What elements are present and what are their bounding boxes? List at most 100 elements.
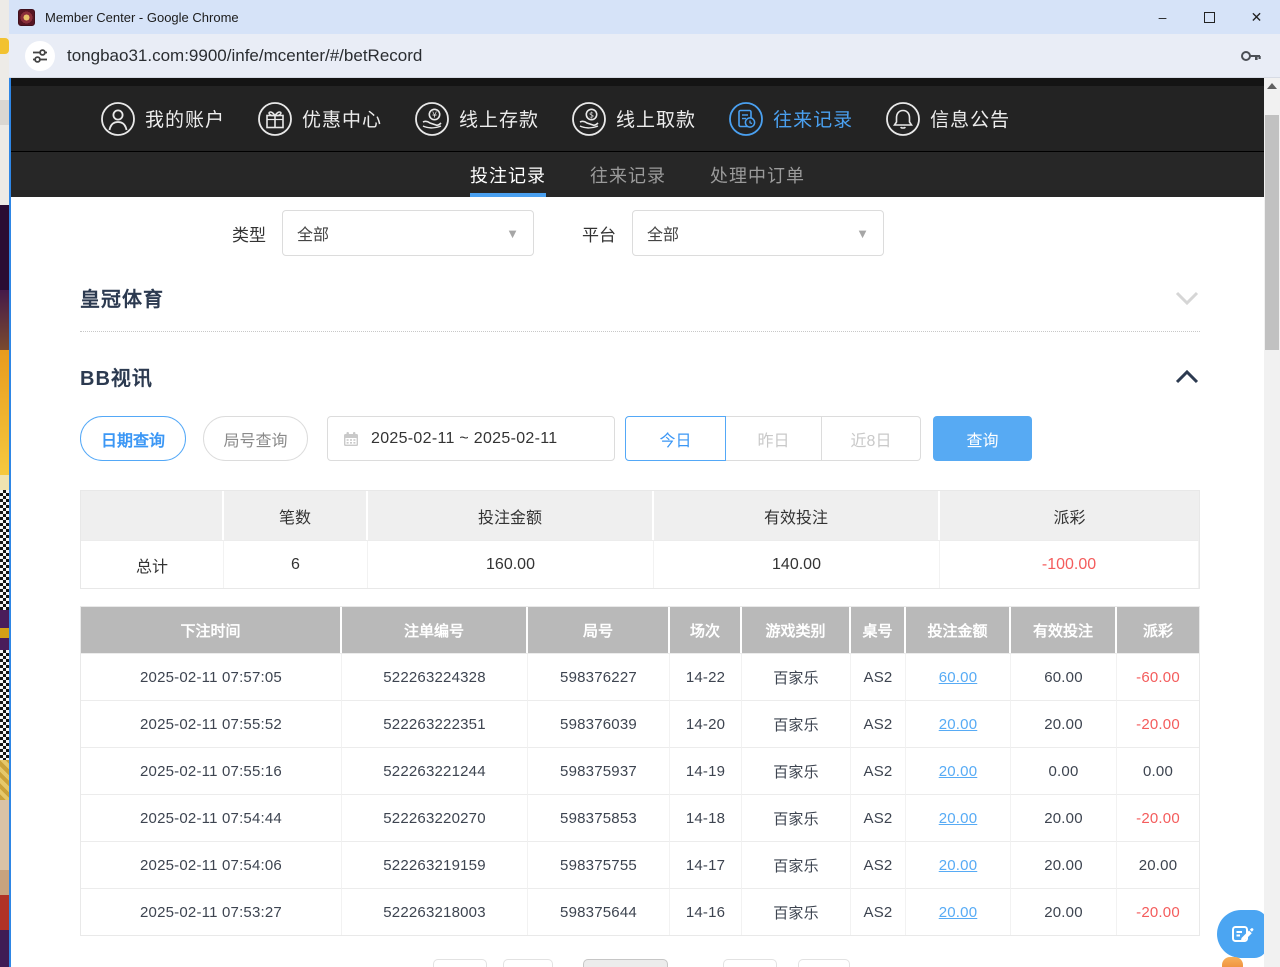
type-select-value: 全部 — [297, 221, 329, 245]
table-cell: 522263220270 — [342, 794, 528, 841]
bell-icon — [885, 101, 921, 137]
minimize-button[interactable]: – — [1139, 0, 1186, 34]
column-header: 局号 — [528, 607, 670, 653]
nav-label: 线上取款 — [616, 105, 696, 132]
table-cell: 14-18 — [670, 794, 742, 841]
table-cell: 20.00 — [1011, 888, 1117, 935]
table-cell: 2025-02-11 07:55:16 — [81, 747, 342, 794]
table-row: 2025-02-11 07:53:27522263218003598375644… — [81, 888, 1199, 935]
table-cell: 2025-02-11 07:53:27 — [81, 888, 342, 935]
pagination-page-size-select[interactable] — [583, 959, 668, 967]
table-cell: 20.00 — [1011, 841, 1117, 888]
table-cell: 2025-02-11 07:57:05 — [81, 653, 342, 700]
url-text[interactable]: tongbao31.com:9900/infe/mcenter/#/betRec… — [67, 46, 422, 66]
pagination-prev-button[interactable] — [433, 959, 487, 967]
site-permissions-button[interactable] — [25, 41, 55, 71]
bet-amount-link[interactable]: 20.00 — [939, 904, 978, 921]
tab-pending-orders[interactable]: 处理中订单 — [710, 152, 805, 197]
table-cell: 20.00 — [906, 700, 1011, 747]
nav-item-announcements[interactable]: 信息公告 — [885, 101, 1010, 137]
platform-select[interactable]: 全部 ▼ — [632, 210, 884, 256]
table-cell: 0.00 — [1117, 747, 1199, 794]
table-cell: AS2 — [851, 747, 906, 794]
round-query-toggle[interactable]: 局号查询 — [203, 416, 308, 461]
platform-select-value: 全部 — [647, 221, 679, 245]
summary-header-count: 笔数 — [224, 491, 368, 540]
table-cell: 2025-02-11 07:54:06 — [81, 841, 342, 888]
bet-table-body: 2025-02-11 07:57:05522263224328598376227… — [81, 653, 1199, 935]
app-favicon — [18, 9, 35, 26]
chevron-up-icon — [1174, 369, 1200, 385]
page-content: 我的账户 优惠中心 ¥ — [9, 78, 1264, 967]
search-button[interactable]: 查询 — [933, 416, 1032, 461]
column-header: 投注金额 — [906, 607, 1011, 653]
feedback-fab-button[interactable] — [1217, 910, 1264, 958]
nav-item-promotions[interactable]: 优惠中心 — [257, 101, 382, 137]
query-controls: 日期查询 局号查询 2025-02-11 ~ 2025-02-11 今日 — [80, 416, 1200, 461]
table-cell: -20.00 — [1117, 700, 1199, 747]
type-select[interactable]: 全部 ▼ — [282, 210, 534, 256]
chevron-down-icon — [1174, 290, 1200, 306]
nav-item-online-deposit[interactable]: ¥ 线上存款 — [414, 101, 539, 137]
table-cell: 14-17 — [670, 841, 742, 888]
table-cell: 598375853 — [528, 794, 670, 841]
pagination-page-button[interactable] — [503, 959, 553, 967]
table-cell: 14-22 — [670, 653, 742, 700]
calendar-icon — [342, 430, 360, 448]
page-top-strip — [11, 78, 1264, 86]
bet-amount-link[interactable]: 20.00 — [939, 857, 978, 874]
table-cell: 598376227 — [528, 653, 670, 700]
address-bar: tongbao31.com:9900/infe/mcenter/#/betRec… — [9, 34, 1280, 78]
table-cell: 20.00 — [1117, 841, 1199, 888]
bet-amount-link[interactable]: 20.00 — [939, 716, 978, 733]
bet-amount-link[interactable]: 60.00 — [939, 669, 978, 686]
bet-amount-link[interactable]: 20.00 — [939, 763, 978, 780]
section-title: BB视讯 — [80, 362, 153, 391]
date-query-toggle[interactable]: 日期查询 — [80, 416, 186, 461]
table-cell: 20.00 — [906, 841, 1011, 888]
table-cell: 598376039 — [528, 700, 670, 747]
window-title: Member Center - Google Chrome — [45, 10, 239, 25]
pagination-page-button[interactable] — [723, 959, 777, 967]
nav-item-my-account[interactable]: 我的账户 — [100, 101, 225, 137]
table-cell: 百家乐 — [742, 653, 851, 700]
floating-widget-peek[interactable] — [1222, 957, 1243, 967]
table-cell: 522263218003 — [342, 888, 528, 935]
filter-row: 类型 全部 ▼ 平台 全部 ▼ — [232, 210, 1264, 256]
table-cell: -20.00 — [1117, 888, 1199, 935]
scrollbar-thumb[interactable] — [1265, 115, 1279, 350]
table-row: 2025-02-11 07:54:06522263219159598375755… — [81, 841, 1199, 888]
close-button[interactable]: ✕ — [1233, 0, 1280, 34]
nav-label: 我的账户 — [145, 105, 225, 132]
scrollbar-track[interactable] — [1264, 78, 1280, 967]
bet-amount-link[interactable]: 20.00 — [939, 810, 978, 827]
table-cell: 百家乐 — [742, 841, 851, 888]
table-cell: 2025-02-11 07:54:44 — [81, 794, 342, 841]
nav-item-online-withdrawal[interactable]: $ 线上取款 — [571, 101, 696, 137]
summary-header-valid-bet: 有效投注 — [654, 491, 940, 540]
quick-yesterday-button[interactable]: 昨日 — [726, 416, 822, 461]
section-crown-sports[interactable]: 皇冠体育 — [80, 284, 1200, 311]
table-cell: 598375644 — [528, 888, 670, 935]
date-range-input[interactable]: 2025-02-11 ~ 2025-02-11 — [327, 416, 615, 461]
table-cell: 百家乐 — [742, 888, 851, 935]
tab-bet-records[interactable]: 投注记录 — [470, 152, 546, 197]
table-cell: 20.00 — [1011, 794, 1117, 841]
quick-today-button[interactable]: 今日 — [625, 416, 726, 461]
maximize-button[interactable] — [1186, 0, 1233, 34]
section-bb-video[interactable]: BB视讯 — [80, 363, 1200, 390]
pagination-next-button[interactable] — [798, 959, 850, 967]
password-manager-button[interactable] — [1238, 43, 1264, 69]
bet-records-table: 下注时间注单编号局号场次游戏类别桌号投注金额有效投注派彩 2025-02-11 … — [80, 606, 1200, 936]
tab-transaction-records[interactable]: 往来记录 — [590, 152, 666, 197]
summary-total-label: 总计 — [81, 540, 224, 588]
table-cell: 0.00 — [1011, 747, 1117, 794]
summary-header-payout: 派彩 — [940, 491, 1199, 540]
table-cell: 598375755 — [528, 841, 670, 888]
scroll-up-arrow-icon[interactable] — [1267, 83, 1277, 89]
table-cell: 522263219159 — [342, 841, 528, 888]
tune-icon — [30, 46, 50, 66]
quick-last8days-button[interactable]: 近8日 — [822, 416, 921, 461]
maximize-icon — [1204, 12, 1215, 23]
nav-item-transaction-records[interactable]: 往来记录 — [728, 101, 853, 137]
